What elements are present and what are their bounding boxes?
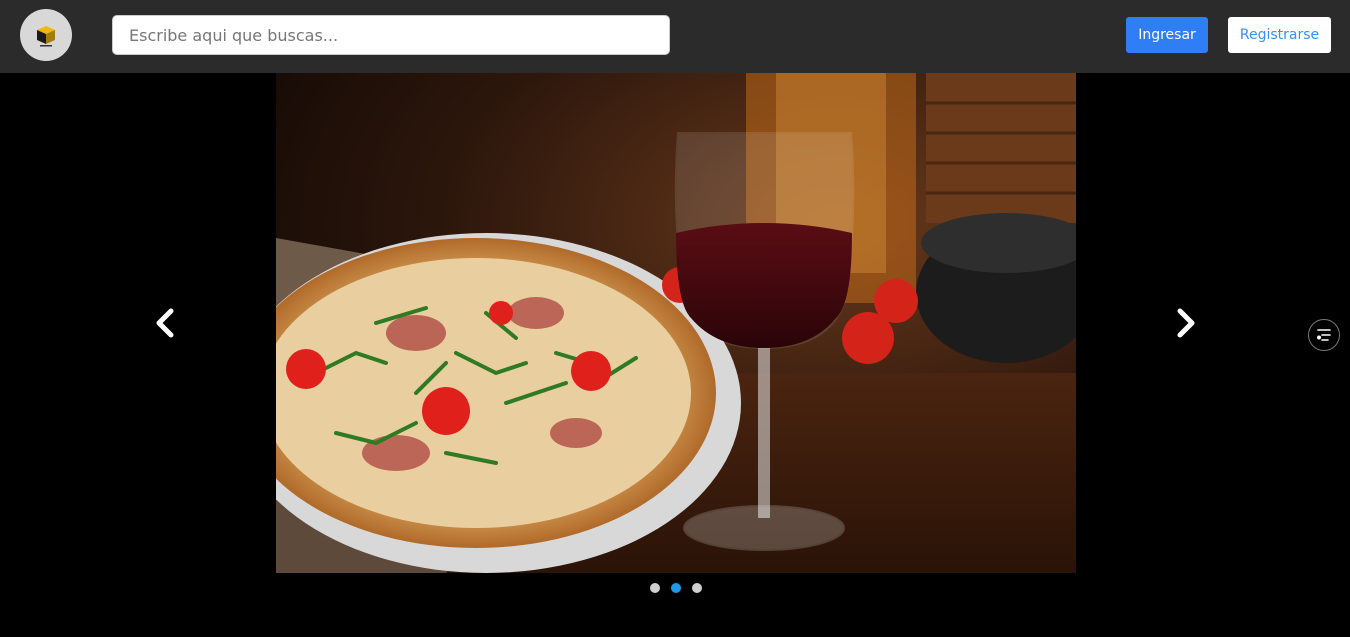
carousel-prev-button[interactable] xyxy=(145,303,185,343)
register-button[interactable]: Registrarse xyxy=(1228,17,1331,53)
filter-list-icon xyxy=(1317,329,1331,341)
carousel-next-button[interactable] xyxy=(1166,303,1206,343)
filter-button[interactable] xyxy=(1308,319,1340,351)
logo-icon xyxy=(37,26,55,47)
chevron-right-icon xyxy=(1177,308,1195,338)
login-button[interactable]: Ingresar xyxy=(1126,17,1208,53)
carousel-dot-2[interactable] xyxy=(671,583,681,593)
carousel-slide-image xyxy=(276,73,1076,573)
pizza-wine-photo xyxy=(276,73,1076,573)
search-input[interactable] xyxy=(112,15,670,55)
carousel-dot-3[interactable] xyxy=(692,583,702,593)
site-logo[interactable] xyxy=(20,9,72,61)
carousel-dot-1[interactable] xyxy=(650,583,660,593)
chevron-left-icon xyxy=(156,308,174,338)
top-navbar: Ingresar Registrarse xyxy=(0,0,1350,73)
carousel-indicators xyxy=(650,582,702,594)
